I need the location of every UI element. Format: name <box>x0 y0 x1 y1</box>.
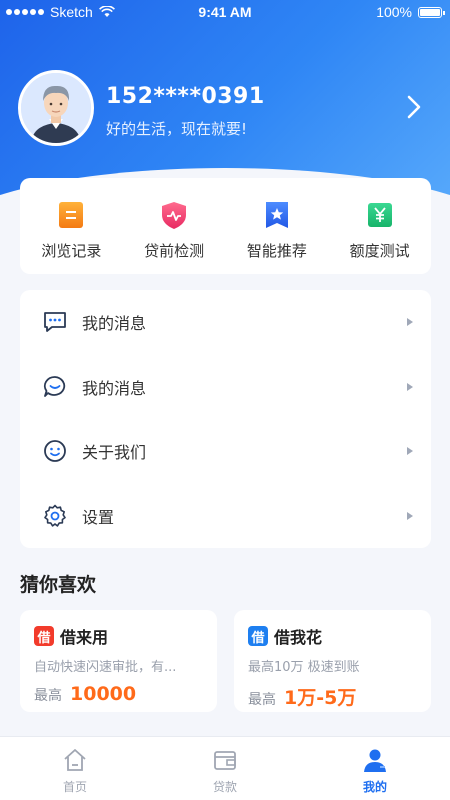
quick-action-label: 智能推荐 <box>246 242 307 260</box>
product-name: 借来用 <box>60 628 109 647</box>
arrow-right-icon <box>407 318 413 326</box>
arrow-right-icon <box>407 447 413 455</box>
tab-label: 我的 <box>362 780 387 794</box>
user-phone: 152****0391 <box>106 84 265 109</box>
avatar[interactable] <box>18 70 94 146</box>
quick-action-label: 额度测试 <box>349 242 410 260</box>
menu-item-label: 关于我们 <box>82 443 147 463</box>
menu-list: 我的消息 我的消息 关于我们 设置 <box>20 290 431 548</box>
battery-percent: 100% <box>376 4 412 20</box>
menu-item-label: 我的消息 <box>82 314 147 334</box>
wallet-icon <box>214 751 236 770</box>
star-bookmark-icon <box>265 202 288 228</box>
smiley-icon <box>44 440 66 463</box>
tab-bar: 首页 贷款 我的 <box>0 736 450 800</box>
menu-item-settings[interactable]: 设置 <box>20 484 431 549</box>
quick-action-history[interactable]: 浏览记录 <box>20 178 123 274</box>
arrow-right-icon <box>407 511 413 520</box>
user-slogan: 好的生活，现在就要! <box>106 120 248 138</box>
menu-item-label: 我的消息 <box>82 378 147 398</box>
quick-action-label: 贷前检测 <box>144 242 205 260</box>
amount-value: 10000 <box>70 683 137 705</box>
quick-actions: 浏览记录 贷前检测 智能推荐 额度测试 <box>20 178 431 274</box>
tab-home[interactable]: 首页 <box>0 737 150 800</box>
chevron-right-icon[interactable] <box>404 94 424 120</box>
tab-label: 贷款 <box>212 780 237 794</box>
menu-item-label: 设置 <box>82 507 115 527</box>
quick-action-quota-test[interactable]: 额度测试 <box>328 178 431 274</box>
amount-label: 最高 <box>248 692 276 708</box>
avatar-person-icon <box>21 73 91 143</box>
quick-action-label: 浏览记录 <box>41 242 102 260</box>
yen-icon <box>367 203 392 227</box>
history-icon <box>59 202 84 228</box>
message-icon <box>44 312 66 333</box>
gear-icon <box>44 504 66 527</box>
shield-pulse-icon <box>162 202 187 229</box>
tab-label: 首页 <box>62 780 87 794</box>
profile-header[interactable]: 152****0391 好的生活，现在就要! <box>18 70 432 148</box>
tab-mine[interactable]: 我的 <box>300 737 450 800</box>
user-icon <box>364 749 386 772</box>
battery-icon <box>418 6 445 18</box>
quick-action-precheck[interactable]: 贷前检测 <box>123 178 226 274</box>
menu-item-messages[interactable]: 我的消息 <box>20 290 431 355</box>
amount-value: 1万-5万 <box>284 687 357 709</box>
product-card[interactable]: 借 借我花 最高10万 极速到账 最高 1万-5万 <box>234 610 431 712</box>
menu-item-about[interactable]: 关于我们 <box>20 419 431 484</box>
quick-action-recommend[interactable]: 智能推荐 <box>226 178 329 274</box>
product-name: 借我花 <box>274 628 323 647</box>
product-logo-icon: 借 <box>34 626 54 646</box>
menu-item-messages-2[interactable]: 我的消息 <box>20 355 431 420</box>
tab-loan[interactable]: 贷款 <box>150 737 300 800</box>
product-logo-icon: 借 <box>248 626 268 646</box>
home-icon <box>64 749 86 771</box>
product-desc: 自动快速闪速审批，有... <box>34 660 177 675</box>
recommend-title: 猜你喜欢 <box>20 574 97 596</box>
chat-smile-icon <box>43 375 66 397</box>
arrow-right-icon <box>407 382 413 391</box>
amount-label: 最高 <box>34 688 62 704</box>
product-desc: 最高10万 极速到账 <box>248 660 360 675</box>
status-bar: Sketch 9:41 AM 100% <box>0 0 450 24</box>
product-card[interactable]: 借 借来用 自动快速闪速审批，有... 最高 10000 <box>20 610 217 712</box>
